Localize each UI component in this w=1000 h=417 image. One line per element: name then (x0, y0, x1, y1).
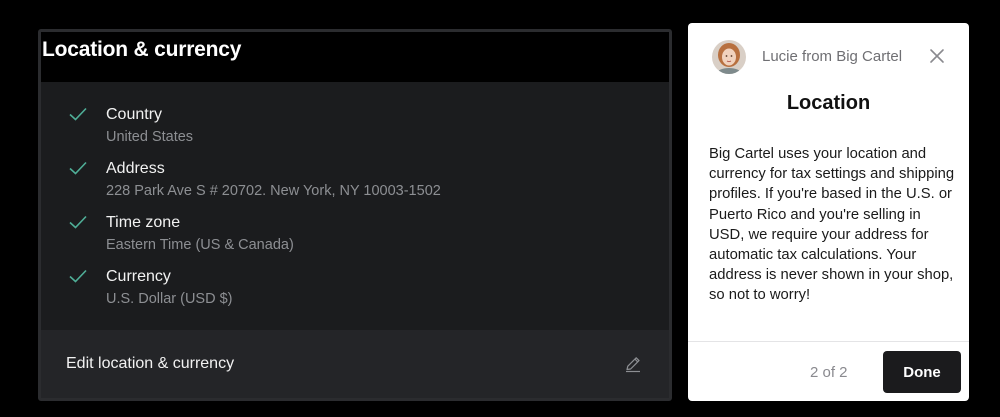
check-icon (69, 161, 87, 175)
panel-title: Location & currency (42, 38, 242, 61)
list-item-currency: Currency U.S. Dollar (USD $) (41, 264, 669, 318)
country-value: United States (106, 129, 194, 145)
edit-location-currency-label: Edit location & currency (66, 355, 235, 372)
list-item-country: Country United States (41, 102, 669, 156)
currency-label: Currency (106, 268, 171, 285)
location-currency-panel: Location & currency Country United State… (38, 29, 672, 401)
close-icon[interactable] (929, 48, 945, 64)
list-item-time-zone: Time zone Eastern Time (US & Canada) (41, 210, 669, 264)
tooltip-title: Location (786, 92, 871, 114)
check-icon (69, 107, 87, 121)
tooltip-body: Big Cartel uses your location and curren… (709, 146, 955, 304)
time-zone-value: Eastern Time (US & Canada) (106, 237, 294, 253)
pencil-icon[interactable] (624, 355, 642, 373)
address-value: 228 Park Ave S # 20702. New York, NY 100… (106, 183, 441, 199)
edit-location-currency-button[interactable]: Edit location & currency (41, 330, 669, 398)
avatar (712, 40, 746, 74)
list-item-address: Address 228 Park Ave S # 20702. New York… (41, 156, 669, 210)
done-button[interactable]: Done (883, 351, 961, 393)
time-zone-label: Time zone (106, 214, 181, 231)
settings-list: Country United States Address 228 Park A… (41, 82, 669, 334)
tooltip-footer: 2 of 2 Done (688, 341, 969, 401)
tooltip-from: Lucie from Big Cartel (762, 48, 903, 65)
country-label: Country (106, 106, 163, 123)
address-label: Address (106, 160, 165, 177)
onboarding-tooltip: Lucie from Big Cartel Location Big Carte… (688, 23, 969, 401)
currency-value: U.S. Dollar (USD $) (106, 291, 233, 307)
check-icon (69, 269, 87, 283)
step-counter: 2 of 2 (810, 364, 848, 381)
panel-header: Location & currency (41, 32, 669, 82)
tooltip-header: Lucie from Big Cartel (688, 23, 969, 83)
check-icon (69, 215, 87, 229)
